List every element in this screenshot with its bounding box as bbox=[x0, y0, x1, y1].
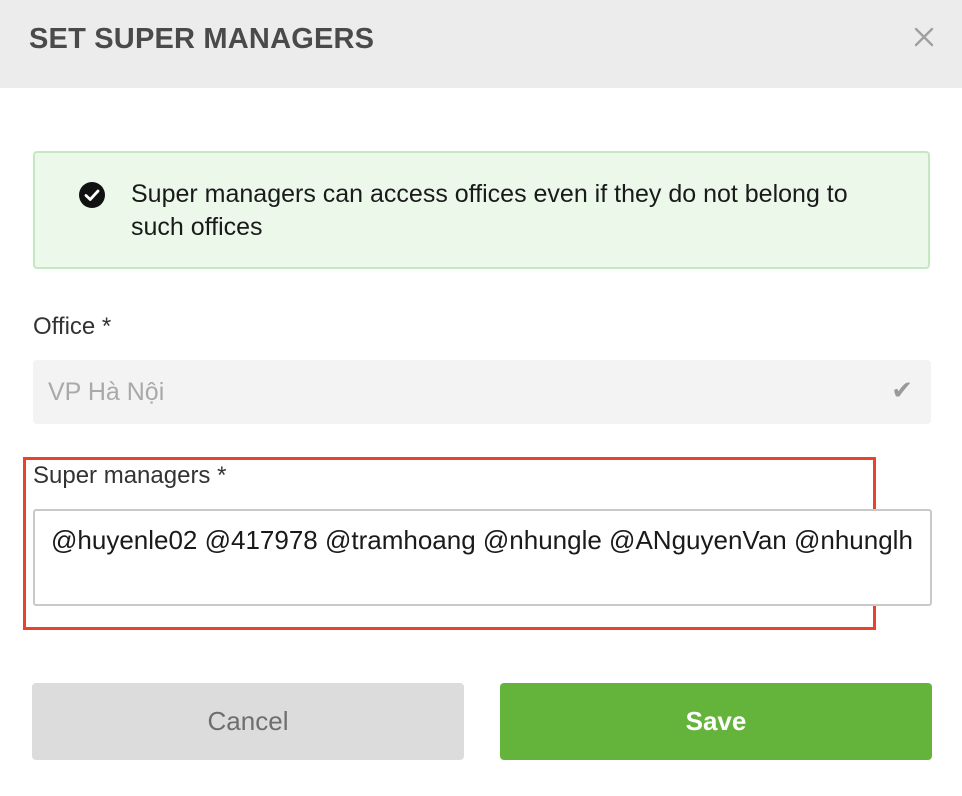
office-value: VP Hà Nội bbox=[48, 378, 165, 406]
office-label: Office * bbox=[33, 313, 112, 340]
super-managers-label: Super managers * bbox=[33, 462, 227, 489]
super-managers-input[interactable]: @huyenle02 @417978 @tramhoang @nhungle @… bbox=[33, 509, 932, 606]
office-select[interactable]: VP Hà Nội ✔ bbox=[33, 360, 931, 424]
save-button[interactable]: Save bbox=[500, 683, 932, 760]
info-message: Super managers can access offices even i… bbox=[131, 180, 848, 241]
cancel-button[interactable]: Cancel bbox=[32, 683, 464, 760]
checkmark-icon: ✔ bbox=[891, 375, 913, 405]
set-super-managers-dialog: SET SUPER MANAGERS Super managers can ac… bbox=[0, 0, 962, 796]
check-circle-icon bbox=[79, 182, 105, 208]
close-button[interactable] bbox=[908, 21, 940, 53]
info-alert: Super managers can access offices even i… bbox=[33, 151, 930, 269]
dialog-header: SET SUPER MANAGERS bbox=[0, 0, 962, 88]
close-icon bbox=[914, 27, 934, 47]
dialog-title: SET SUPER MANAGERS bbox=[29, 23, 375, 55]
